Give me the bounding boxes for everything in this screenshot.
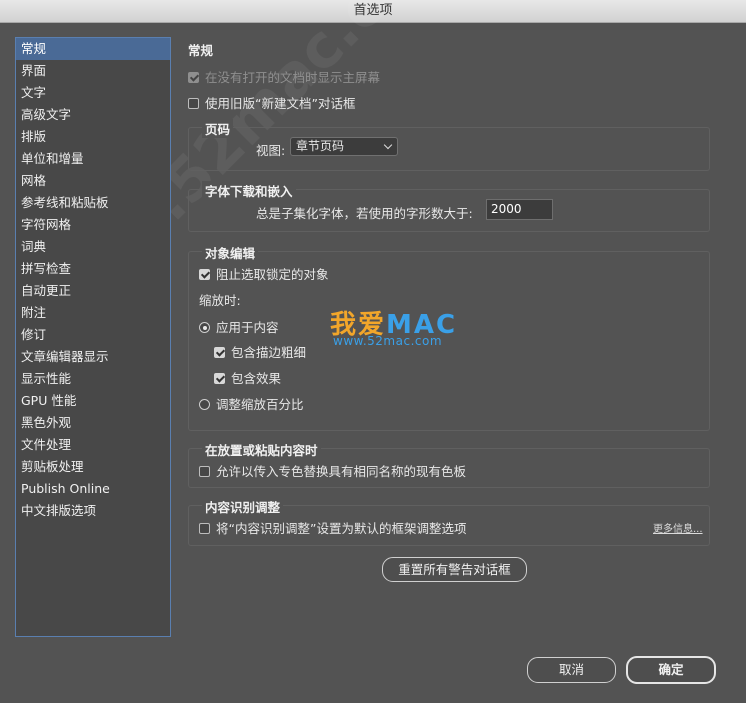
sidebar-item[interactable]: Publish Online [16, 478, 170, 500]
prevent-locked-label: 阻止选取锁定的对象 [216, 267, 329, 282]
sidebar-item[interactable]: 界面 [16, 60, 170, 82]
include-stroke-option[interactable]: 包含描边粗细 [214, 342, 306, 361]
show-start-screen-option[interactable]: 在没有打开的文档时显示主屏幕 [188, 67, 380, 86]
legacy-new-doc-option[interactable]: 使用旧版“新建文档”对话框 [188, 93, 355, 112]
content-aware-checkbox[interactable] [199, 523, 210, 534]
chevron-down-icon [383, 140, 393, 150]
content-aware-label: 将“内容识别调整”设置为默认的框架调整选项 [216, 521, 467, 536]
watermark-url: www.52mac.com [333, 334, 443, 348]
sidebar-item[interactable]: 文字 [16, 82, 170, 104]
adjust-percentage-radio[interactable] [199, 399, 210, 410]
allow-spot-checkbox[interactable] [199, 466, 210, 477]
cancel-button[interactable]: 取消 [527, 657, 616, 683]
paste-title: 在放置或粘贴内容时 [202, 440, 321, 459]
sidebar-item[interactable]: 高级文字 [16, 104, 170, 126]
sidebar-item[interactable]: 附注 [16, 302, 170, 324]
sidebar-item[interactable]: 常规 [16, 38, 170, 60]
apply-to-content-radio[interactable] [199, 322, 210, 333]
sidebar-item[interactable]: 字符网格 [16, 214, 170, 236]
page-numbering-title: 页码 [202, 119, 234, 138]
sidebar-item[interactable]: 拼写检查 [16, 258, 170, 280]
apply-to-content-option[interactable]: 应用于内容 [199, 317, 279, 336]
sidebar-item[interactable]: 显示性能 [16, 368, 170, 390]
sidebar-item[interactable]: 黑色外观 [16, 412, 170, 434]
ok-button[interactable]: 确定 [626, 656, 716, 684]
sidebar-item[interactable]: 网格 [16, 170, 170, 192]
more-info-link[interactable]: 更多信息... [653, 520, 703, 535]
show-start-screen-label: 在没有打开的文档时显示主屏幕 [205, 70, 381, 85]
include-effects-checkbox[interactable] [214, 373, 225, 384]
legacy-new-doc-checkbox[interactable] [188, 98, 199, 109]
reset-warnings-button[interactable]: 重置所有警告对话框 [382, 557, 527, 582]
prevent-locked-option[interactable]: 阻止选取锁定的对象 [199, 264, 329, 283]
sidebar-item[interactable]: 剪贴板处理 [16, 456, 170, 478]
show-start-screen-checkbox[interactable] [188, 72, 199, 83]
object-editing-title: 对象编辑 [202, 243, 259, 262]
sidebar-item[interactable]: 文件处理 [16, 434, 170, 456]
sidebar-item[interactable]: GPU 性能 [16, 390, 170, 412]
scaling-label: 缩放时: [199, 293, 241, 308]
sidebar-item[interactable]: 词典 [16, 236, 170, 258]
subset-label: 总是子集化字体，若使用的字形数大于: [256, 206, 473, 221]
allow-spot-option[interactable]: 允许以传入专色替换具有相同名称的现有色板 [199, 461, 466, 480]
sidebar-item[interactable]: 单位和增量 [16, 148, 170, 170]
adjust-percentage-label: 调整缩放百分比 [216, 397, 304, 412]
section-title-general: 常规 [188, 43, 214, 58]
sidebar-item[interactable]: 文章编辑器显示 [16, 346, 170, 368]
sidebar-item[interactable]: 参考线和粘贴板 [16, 192, 170, 214]
sidebar-item[interactable]: 排版 [16, 126, 170, 148]
preferences-sidebar: 常规 界面 文字 高级文字 排版 单位和增量 网格 参考线和粘贴板 字符网格 词典 拼写检查 自动更正… [15, 37, 171, 637]
view-select-value: 章节页码 [296, 139, 345, 153]
sidebar-item[interactable]: 自动更正 [16, 280, 170, 302]
include-stroke-label: 包含描边粗细 [231, 345, 307, 360]
view-select[interactable]: 章节页码 [290, 137, 398, 156]
sidebar-item[interactable]: 中文排版选项 [16, 500, 170, 522]
include-stroke-checkbox[interactable] [214, 347, 225, 358]
allow-spot-label: 允许以传入专色替换具有相同名称的现有色板 [216, 464, 467, 479]
include-effects-option[interactable]: 包含效果 [214, 368, 281, 387]
legacy-new-doc-label: 使用旧版“新建文档”对话框 [205, 96, 356, 111]
subset-threshold-input[interactable]: 2000 [486, 199, 553, 220]
apply-to-content-label: 应用于内容 [216, 320, 279, 335]
prevent-locked-checkbox[interactable] [199, 269, 210, 280]
view-label: 视图: [256, 143, 286, 158]
sidebar-item[interactable]: 修订 [16, 324, 170, 346]
font-download-title: 字体下载和嵌入 [202, 181, 296, 200]
adjust-percentage-option[interactable]: 调整缩放百分比 [199, 394, 304, 413]
content-aware-title: 内容识别调整 [202, 497, 284, 516]
content-aware-option[interactable]: 将“内容识别调整”设置为默认的框架调整选项 [199, 518, 466, 537]
include-effects-label: 包含效果 [231, 371, 282, 386]
